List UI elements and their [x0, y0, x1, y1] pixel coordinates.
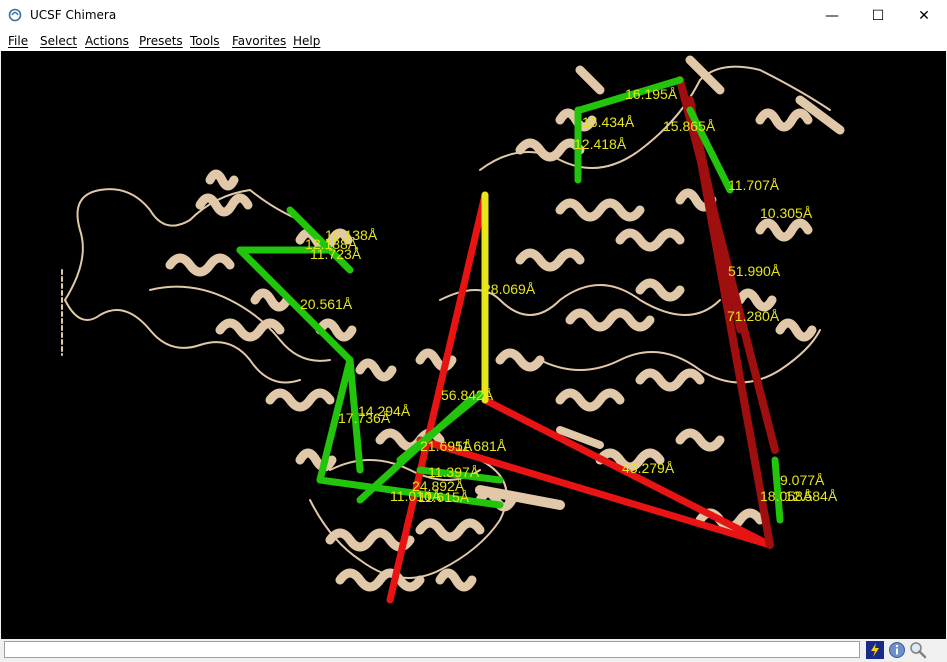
- link-dark-red: [686, 96, 744, 334]
- distance-label: 15.865Å: [663, 118, 716, 134]
- menu-favorites[interactable]: Favorites: [232, 34, 286, 48]
- distance-label: 11.615Å: [418, 489, 470, 505]
- distance-label: 11.723Å: [310, 246, 362, 262]
- maximize-button[interactable]: ☐: [855, 0, 901, 31]
- protein-ribbons: [61, 55, 845, 592]
- status-message-field: [4, 641, 860, 658]
- menu-actions[interactable]: Actions: [85, 34, 129, 48]
- magnifier-icon[interactable]: [909, 641, 927, 659]
- minimize-button[interactable]: —: [809, 0, 855, 31]
- info-icon[interactable]: [888, 641, 906, 659]
- menu-presets[interactable]: Presets: [139, 34, 183, 48]
- close-icon: ✕: [918, 7, 930, 24]
- distance-label: 11.707Å: [728, 177, 780, 193]
- menu-select[interactable]: Select: [40, 34, 77, 48]
- graphics-viewport[interactable]: 16.195Å 16.434Å 15.865Å 12.418Å 11.707Å …: [1, 51, 946, 639]
- status-bar: [0, 639, 947, 662]
- distance-label: 16.195Å: [625, 86, 678, 102]
- distance-label: 12.584Å: [785, 488, 838, 504]
- distance-label: 28.069Å: [483, 281, 536, 297]
- distance-links: [236, 76, 784, 604]
- close-button[interactable]: ✕: [901, 0, 947, 31]
- distance-label: 11.681Å: [455, 438, 507, 454]
- menu-bar: File Select Actions Presets Tools Favori…: [0, 31, 947, 51]
- distance-label: 20.561Å: [300, 296, 353, 312]
- distance-label: 10.305Å: [760, 205, 813, 221]
- title-bar: UCSF Chimera — ☐ ✕: [0, 0, 947, 31]
- minimize-icon: —: [825, 7, 839, 24]
- distance-label: 56.842Å: [441, 387, 494, 403]
- distance-label: 43.279Å: [622, 460, 675, 476]
- distance-label: 51.990Å: [728, 263, 781, 279]
- distance-label: 9.077Å: [780, 472, 825, 488]
- distance-label: 12.418Å: [574, 136, 627, 152]
- molecule-canvas[interactable]: 16.195Å 16.434Å 15.865Å 12.418Å 11.707Å …: [1, 51, 946, 639]
- menu-help[interactable]: Help: [293, 34, 320, 48]
- window-title: UCSF Chimera: [30, 8, 117, 22]
- menu-file[interactable]: File: [8, 34, 28, 48]
- distance-label: 16.434Å: [582, 114, 635, 130]
- distance-label: 14.294Å: [358, 403, 411, 419]
- command-line-icon[interactable]: [866, 641, 884, 659]
- maximize-icon: ☐: [871, 7, 885, 24]
- distance-label: 71.280Å: [727, 308, 780, 324]
- menu-tools[interactable]: Tools: [190, 34, 220, 48]
- chimera-logo-icon: [8, 8, 22, 22]
